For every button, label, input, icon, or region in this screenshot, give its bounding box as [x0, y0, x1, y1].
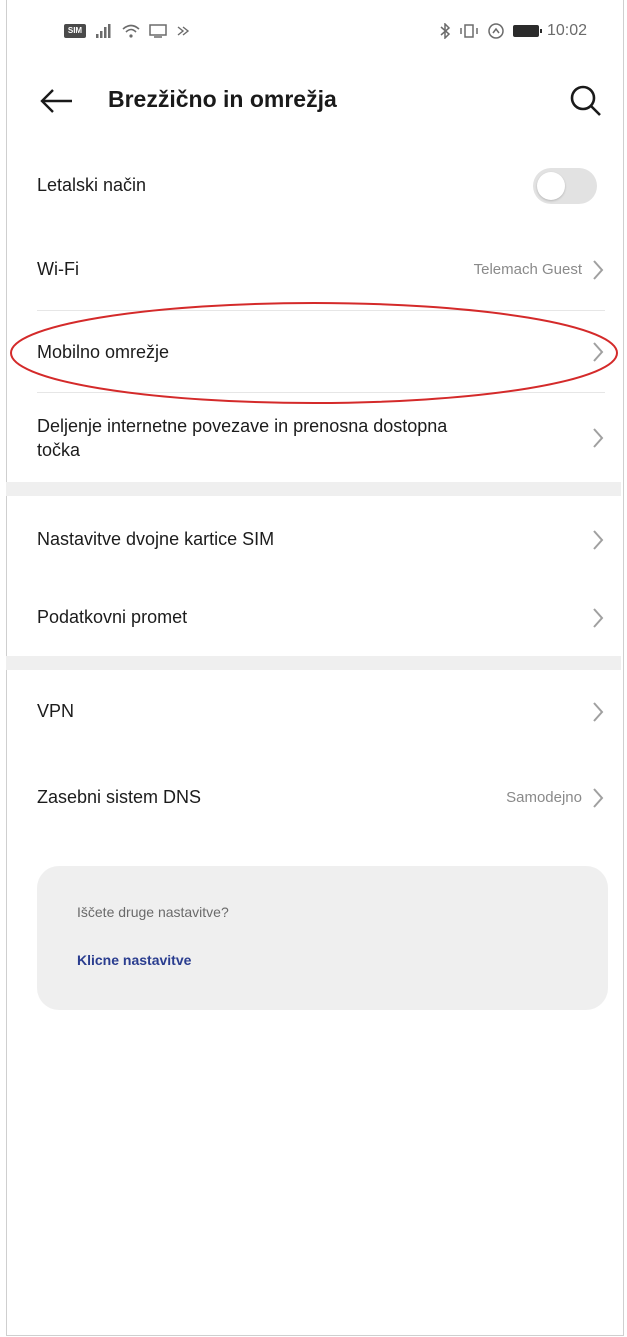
screen-cast-icon: [149, 24, 167, 38]
dual-sim-label: Nastavitve dvojne kartice SIM: [37, 529, 275, 549]
wifi-row[interactable]: Wi-Fi Telemach Guest: [0, 236, 627, 304]
vpn-label: VPN: [37, 701, 75, 721]
divider: [37, 392, 605, 393]
section-separator: [6, 482, 621, 496]
battery-icon: [512, 25, 542, 37]
back-arrow-icon[interactable]: [38, 84, 76, 118]
chevron-right-icon: [593, 702, 604, 722]
wifi-network-value: Telemach Guest: [473, 261, 582, 278]
tethering-label-line1: Deljenje internetne povezave in prenosna…: [37, 416, 448, 436]
other-settings-question: Iščete druge nastavitve?: [77, 904, 229, 920]
app-header: Brezžično in omrežja: [0, 70, 627, 132]
status-right-icons: 10:02: [439, 22, 587, 40]
tethering-label-line2: točka: [37, 440, 81, 460]
page-title: Brezžično in omrežja: [108, 86, 337, 112]
private-dns-row[interactable]: Zasebni sistem DNS Samodejno: [0, 764, 627, 832]
wifi-label: Wi-Fi: [37, 259, 79, 279]
status-time: 10:02: [546, 22, 587, 39]
chevron-right-icon: [593, 342, 604, 362]
tethering-label: Deljenje internetne povezave in prenosna…: [37, 414, 447, 462]
nfc-icon: [177, 26, 190, 36]
chevron-right-icon: [593, 260, 604, 280]
status-bar: SIM 10:02: [0, 0, 627, 70]
other-settings-card: Iščete druge nastavitve? Klicne nastavit…: [37, 866, 608, 1010]
tethering-row[interactable]: Deljenje internetne povezave in prenosna…: [0, 400, 627, 480]
section-separator: [6, 656, 621, 670]
data-saver-icon: [488, 23, 504, 39]
bluetooth-icon: [440, 23, 451, 39]
call-settings-link[interactable]: Klicne nastavitve: [77, 952, 191, 968]
vpn-row[interactable]: VPN: [0, 678, 627, 746]
sim-icon: SIM: [64, 24, 86, 38]
search-icon[interactable]: [567, 82, 605, 120]
private-dns-value: Samodejno: [506, 789, 582, 806]
chevron-right-icon: [593, 788, 604, 808]
divider: [37, 310, 605, 311]
toggle-knob: [537, 172, 565, 200]
chevron-right-icon: [593, 608, 604, 628]
airplane-mode-label: Letalski način: [37, 175, 147, 195]
chevron-right-icon: [593, 428, 604, 448]
data-usage-row[interactable]: Podatkovni promet: [0, 584, 627, 652]
signal-icon: [96, 24, 111, 38]
chevron-right-icon: [593, 530, 604, 550]
mobile-network-row[interactable]: Mobilno omrežje: [0, 318, 627, 386]
vibrate-icon: [460, 24, 478, 38]
private-dns-label: Zasebni sistem DNS: [37, 787, 202, 807]
wifi-icon: [122, 24, 140, 38]
data-usage-label: Podatkovni promet: [37, 607, 188, 627]
mobile-network-label: Mobilno omrežje: [37, 342, 170, 362]
status-left-icons: SIM: [64, 24, 190, 38]
dual-sim-row[interactable]: Nastavitve dvojne kartice SIM: [0, 506, 627, 574]
airplane-mode-toggle[interactable]: [533, 168, 597, 204]
